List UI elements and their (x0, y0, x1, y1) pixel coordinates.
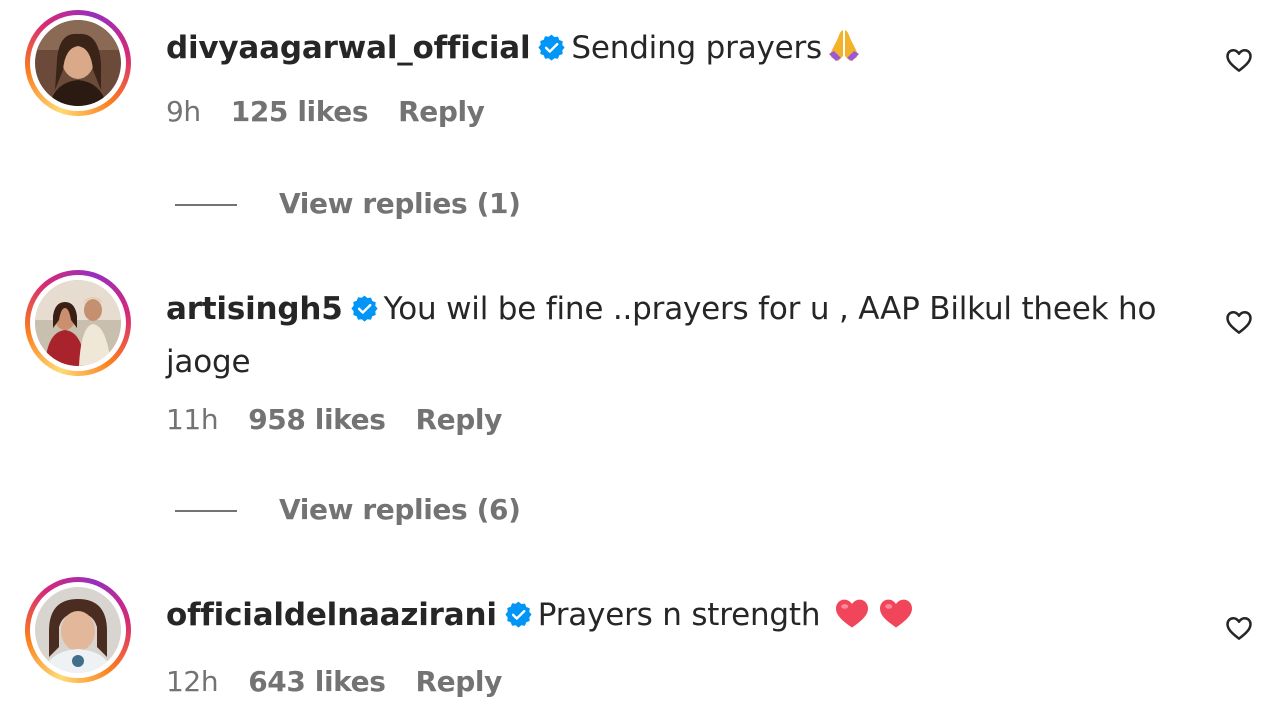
red-heart-emoji-icon (834, 594, 870, 644)
avatar (35, 587, 121, 673)
comment-likes[interactable]: 643 likes (248, 665, 386, 698)
reply-button[interactable]: Reply (398, 95, 485, 128)
comment-time[interactable]: 12h (166, 665, 219, 698)
avatar-border (30, 275, 126, 371)
comment-meta: 11h 958 likes Reply (166, 400, 502, 440)
verified-badge-icon (538, 26, 566, 76)
like-heart-icon[interactable] (1224, 307, 1254, 337)
folded-hands-emoji-icon (826, 27, 862, 77)
replies-divider (175, 204, 237, 206)
comment-likes[interactable]: 958 likes (248, 403, 386, 436)
view-replies-button[interactable]: View replies (1) (175, 184, 521, 224)
avatar-border (30, 582, 126, 678)
avatar-border (30, 15, 126, 111)
view-replies-label: View replies (1) (279, 187, 521, 220)
like-heart-icon[interactable] (1224, 45, 1254, 75)
comment-text: Prayers n strength (537, 597, 821, 633)
reply-button[interactable]: Reply (416, 403, 503, 436)
replies-divider (175, 510, 237, 512)
comment-meta: 12h 643 likes Reply (166, 662, 502, 702)
view-replies-button[interactable]: View replies (6) (175, 490, 521, 530)
like-heart-icon[interactable] (1224, 613, 1254, 643)
comment-body: officialdelnaazirani Prayers n strength (166, 590, 914, 644)
comment-time[interactable]: 11h (166, 403, 219, 436)
comments-list: divyaagarwal_official Sending prayers 9h 1… (0, 0, 1280, 720)
comment-body: artisingh5 You wil be fine ..prayers for … (166, 284, 1166, 387)
comment-text: Sending prayers (571, 30, 823, 66)
comment-body: divyaagarwal_official Sending prayers (166, 23, 862, 77)
comment-username[interactable]: officialdelnaazirani (166, 597, 497, 633)
avatar-story-ring[interactable] (25, 577, 131, 683)
avatar-story-ring[interactable] (25, 10, 131, 116)
comment-meta: 9h 125 likes Reply (166, 92, 485, 132)
verified-badge-icon (351, 287, 378, 337)
avatar (35, 20, 121, 106)
comment-time[interactable]: 9h (166, 95, 201, 128)
view-replies-label: View replies (6) (279, 493, 521, 526)
comment-likes[interactable]: 125 likes (231, 95, 369, 128)
avatar-story-ring[interactable] (25, 270, 131, 376)
comment-username[interactable]: divyaagarwal_official (166, 30, 531, 66)
verified-badge-icon (505, 593, 532, 643)
avatar (35, 280, 121, 366)
red-heart-emoji-icon (878, 594, 914, 644)
comment-username[interactable]: artisingh5 (166, 291, 343, 327)
reply-button[interactable]: Reply (416, 665, 503, 698)
